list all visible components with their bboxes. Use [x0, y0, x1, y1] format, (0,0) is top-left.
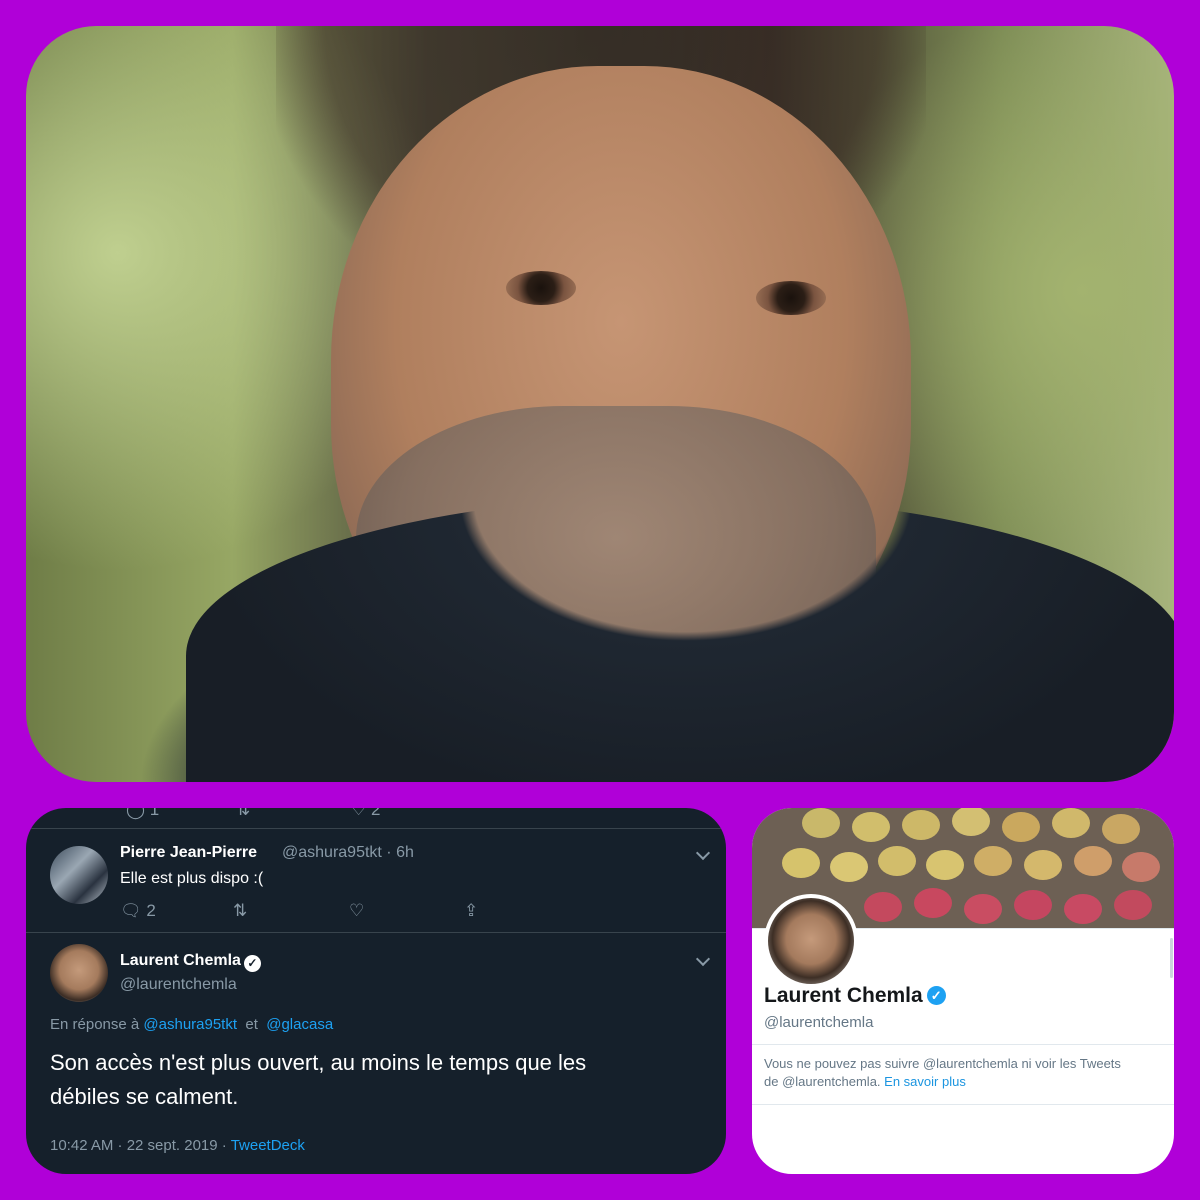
divider: [26, 828, 726, 829]
banner-macaron: [1014, 890, 1052, 920]
reply-author-name[interactable]: Pierre Jean-Pierre: [120, 844, 257, 862]
divider: [26, 932, 726, 933]
blocked-notice-prefix: de @laurentchemla.: [764, 1074, 881, 1089]
top-reply-action[interactable]: ◯ 1: [126, 808, 159, 820]
profile-name-row: Laurent Chemla ✓: [764, 984, 946, 1008]
top-reply-count: 1: [149, 808, 160, 819]
divider: [752, 1104, 1174, 1105]
reply-conjunction: et: [245, 1016, 258, 1033]
tweet-timestamp[interactable]: 10:42 AM · 22 sept. 2019 ·: [50, 1137, 227, 1154]
banner-macaron: [1052, 808, 1090, 838]
banner-macaron: [974, 846, 1012, 876]
reply-avatar[interactable]: [50, 846, 108, 904]
chevron-down-icon[interactable]: [695, 845, 711, 861]
banner-macaron: [1122, 852, 1160, 882]
banner-macaron: [1074, 846, 1112, 876]
reply-prefix: En réponse à: [50, 1016, 140, 1033]
banner-macaron: [782, 848, 820, 878]
profile-avatar[interactable]: [764, 894, 858, 988]
tweet-screenshot: ◯ 1 ⇅ ♡ 2 Pierre Jean-Pierre @ashura95tk…: [26, 808, 726, 1174]
photo-left-eye: [506, 271, 576, 305]
main-tweet-text-line1: Son accès n'est plus ouvert, au moins le…: [50, 1050, 587, 1075]
banner-macaron: [902, 810, 940, 840]
banner-macaron: [878, 846, 916, 876]
like-icon: ♡: [351, 808, 367, 819]
reply-author-handle[interactable]: @ashura95tkt · 6h: [282, 844, 414, 862]
verified-icon: ✓: [243, 955, 261, 972]
main-author-row[interactable]: Laurent Chemla ✓: [120, 952, 261, 972]
banner-macaron: [1064, 894, 1102, 924]
mention-link[interactable]: @ashura95tkt: [143, 1016, 237, 1033]
share-icon[interactable]: ⇪: [464, 901, 478, 921]
like-icon[interactable]: ♡: [349, 901, 364, 921]
profile-screenshot: Laurent Chemla ✓ @laurentchemla Vous ne p…: [752, 808, 1174, 1174]
retweet-icon[interactable]: ⇅: [236, 808, 250, 820]
divider: [752, 1044, 1174, 1045]
reply-action[interactable]: 🗨 2: [120, 901, 156, 921]
top-like-action[interactable]: ♡ 2: [351, 808, 380, 820]
banner-macaron: [914, 888, 952, 918]
banner-macaron: [964, 894, 1002, 924]
banner-macaron: [864, 892, 902, 922]
reply-icon: ◯: [126, 808, 146, 819]
profile-name: Laurent Chemla: [764, 984, 923, 1007]
banner-macaron: [952, 808, 990, 836]
banner-macaron: [852, 812, 890, 842]
reply-context: En réponse à @ashura95tkt et @glacasa: [50, 1016, 333, 1033]
scrollbar[interactable]: [1170, 938, 1173, 978]
reply-count: 2: [146, 901, 156, 920]
main-author-handle[interactable]: @laurentchemla: [120, 976, 237, 994]
retweet-icon[interactable]: ⇅: [233, 901, 247, 921]
mention-link[interactable]: @glacasa: [266, 1016, 333, 1033]
banner-macaron: [830, 852, 868, 882]
main-tweet-text-line2: débiles se calment.: [50, 1084, 239, 1109]
main-avatar[interactable]: [50, 944, 108, 1002]
main-author-name: Laurent Chemla: [120, 952, 241, 969]
banner-macaron: [926, 850, 964, 880]
banner-macaron: [1002, 812, 1040, 842]
banner-macaron: [1102, 814, 1140, 844]
verified-icon: ✓: [926, 986, 946, 1005]
learn-more-link[interactable]: En savoir plus: [884, 1074, 966, 1089]
tweet-meta: 10:42 AM · 22 sept. 2019 · TweetDeck: [50, 1137, 305, 1154]
banner-macaron: [802, 808, 840, 838]
reply-text: Elle est plus dispo :(: [120, 870, 264, 887]
banner-macaron: [1114, 890, 1152, 920]
tweet-source-link[interactable]: TweetDeck: [231, 1137, 305, 1154]
blocked-notice-line1: Vous ne pouvez pas suivre @laurentchemla…: [764, 1056, 1121, 1071]
portrait-photo: [26, 26, 1174, 782]
photo-right-eye: [756, 281, 826, 315]
banner-macaron: [1024, 850, 1062, 880]
top-like-count: 2: [370, 808, 381, 819]
blocked-notice-line2: de @laurentchemla. En savoir plus: [764, 1074, 966, 1089]
photo-hoodie: [186, 496, 1174, 782]
chevron-down-icon[interactable]: [695, 951, 711, 967]
profile-handle: @laurentchemla: [764, 1014, 874, 1031]
reply-icon: 🗨: [120, 901, 142, 920]
